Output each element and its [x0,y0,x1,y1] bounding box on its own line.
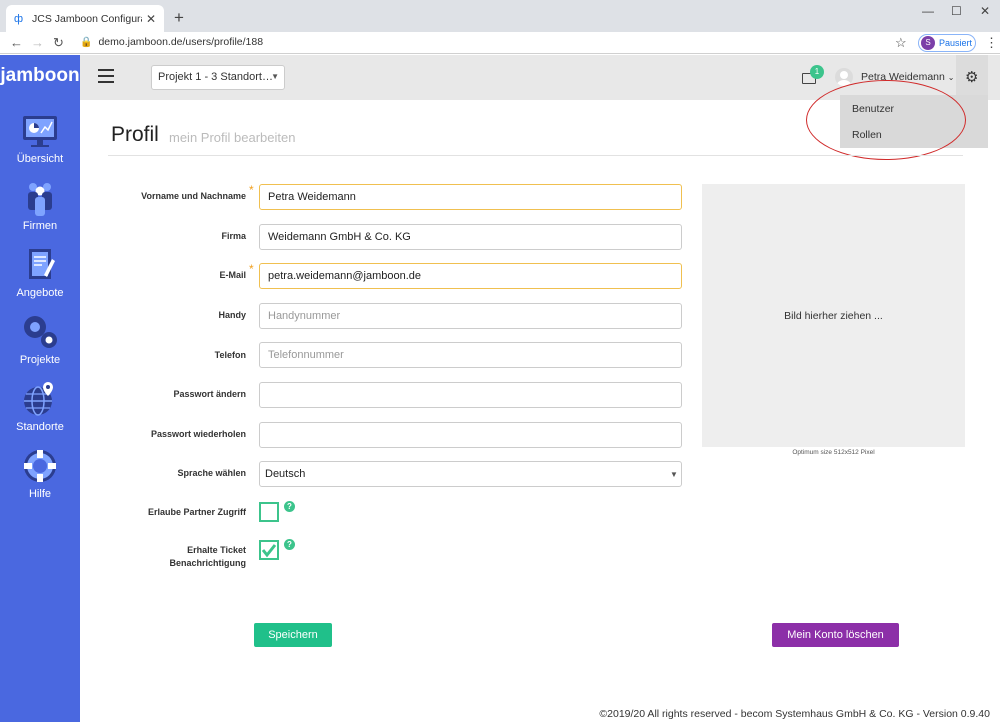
profile-button[interactable]: S Pausiert [918,34,976,52]
ticket-notification-checkbox[interactable] [259,540,279,560]
sidebar-item-uebersicht[interactable]: Übersicht [0,111,80,165]
sidebar-item-label: Hilfe [28,488,51,500]
save-button[interactable]: Speichern [254,623,332,647]
minimize-icon[interactable]: — [922,4,934,18]
forward-icon[interactable]: → [31,35,44,50]
required-marker: * [249,183,254,197]
favicon-icon: ф [14,12,24,25]
globe-pin-icon [24,382,53,416]
email-label: E-Mail [219,270,246,280]
dashboard-icon [23,116,57,147]
new-tab-icon[interactable]: + [174,8,184,28]
page-subtitle: mein Profil bearbeiten [169,130,296,145]
sidebar-item-standorte[interactable]: Standorte [0,379,80,433]
address-bar: ← → ↻ 🔒 demo.jamboon.de/users/profile/188… [0,32,1000,54]
chevron-down-icon: ▼ [271,72,279,81]
back-icon[interactable]: ← [10,35,23,50]
maximize-icon[interactable]: ☐ [951,4,962,18]
browser-tab-bar: ф JCS Jamboon Configuration Serv ✕ + — ☐… [0,0,1000,32]
notification-badge: 1 [810,65,824,79]
reload-icon[interactable]: ↻ [53,35,64,51]
email-field[interactable] [259,263,682,289]
delete-account-button[interactable]: Mein Konto löschen [772,623,899,647]
chevron-down-icon: ▼ [670,470,678,479]
profile-avatar: S [921,36,935,50]
gear-icon: ⚙ [965,69,979,86]
password-repeat-label: Passwort wiederholen [150,429,246,439]
help-icon[interactable]: ? [284,539,295,550]
help-icon[interactable]: ? [284,501,295,512]
language-select-value: Deutsch [265,468,306,480]
project-select[interactable]: Projekt 1 - 3 Standort… ▼ [151,65,285,90]
close-window-icon[interactable]: ✕ [980,4,990,18]
password-label: Passwort ändern [173,389,246,399]
lifebuoy-icon [24,450,56,482]
settings-button[interactable]: ⚙ [956,55,988,100]
sidebar-item-firmen[interactable]: Firmen [0,178,80,232]
url-text: demo.jamboon.de/users/profile/188 [98,36,264,48]
language-select[interactable]: Deutsch [259,461,682,487]
mobile-label: Handy [218,310,246,320]
sidebar-item-label: Übersicht [16,153,64,165]
close-tab-icon[interactable]: ✕ [146,12,156,26]
chevron-down-icon: ⌄ [947,73,955,82]
company-label: Firma [221,231,246,241]
url-field[interactable]: 🔒 demo.jamboon.de/users/profile/188 [80,36,263,48]
partner-access-checkbox[interactable] [259,502,279,522]
bookmark-star-icon[interactable]: ☆ [895,35,907,51]
profile-status: Pausiert [939,38,973,48]
ticket-label-line2: Benachrichtigung [169,558,246,568]
sidebar-item-label: Angebote [16,287,64,299]
phone-label: Telefon [214,350,246,360]
checkmark-icon [261,544,277,558]
page-title: Profil [111,123,159,146]
password-repeat-field[interactable] [259,422,682,448]
name-label: Vorname und Nachname [141,191,246,201]
dropzone-text: Bild hierher ziehen ... [784,310,883,322]
mobile-field[interactable] [259,303,682,329]
lock-icon: 🔒 [80,37,93,48]
logo[interactable]: jamboon [0,65,80,95]
required-marker: * [249,262,254,276]
project-select-value: Projekt 1 - 3 Standort… [158,71,273,83]
annotation-ellipse [806,80,966,160]
partner-access-label: Erlaube Partner Zugriff [147,507,246,517]
browser-tab[interactable]: ф JCS Jamboon Configuration Serv ✕ [6,5,164,32]
company-field[interactable] [259,224,682,250]
language-label: Sprache wählen [177,468,246,478]
ticket-label-line1: Erhalte Ticket [187,545,246,555]
name-field[interactable] [259,184,682,210]
phone-field[interactable] [259,342,682,368]
divider [108,155,963,156]
dropzone-hint: Optimum size 512x512 Pixel [792,449,875,456]
browser-menu-icon[interactable]: ⋮ [985,35,998,51]
hamburger-menu-icon[interactable] [98,69,114,83]
footer: ©2019/20 All rights reserved - becom Sys… [599,708,990,720]
password-field[interactable] [259,382,682,408]
tab-title: JCS Jamboon Configuration Serv [32,12,142,25]
